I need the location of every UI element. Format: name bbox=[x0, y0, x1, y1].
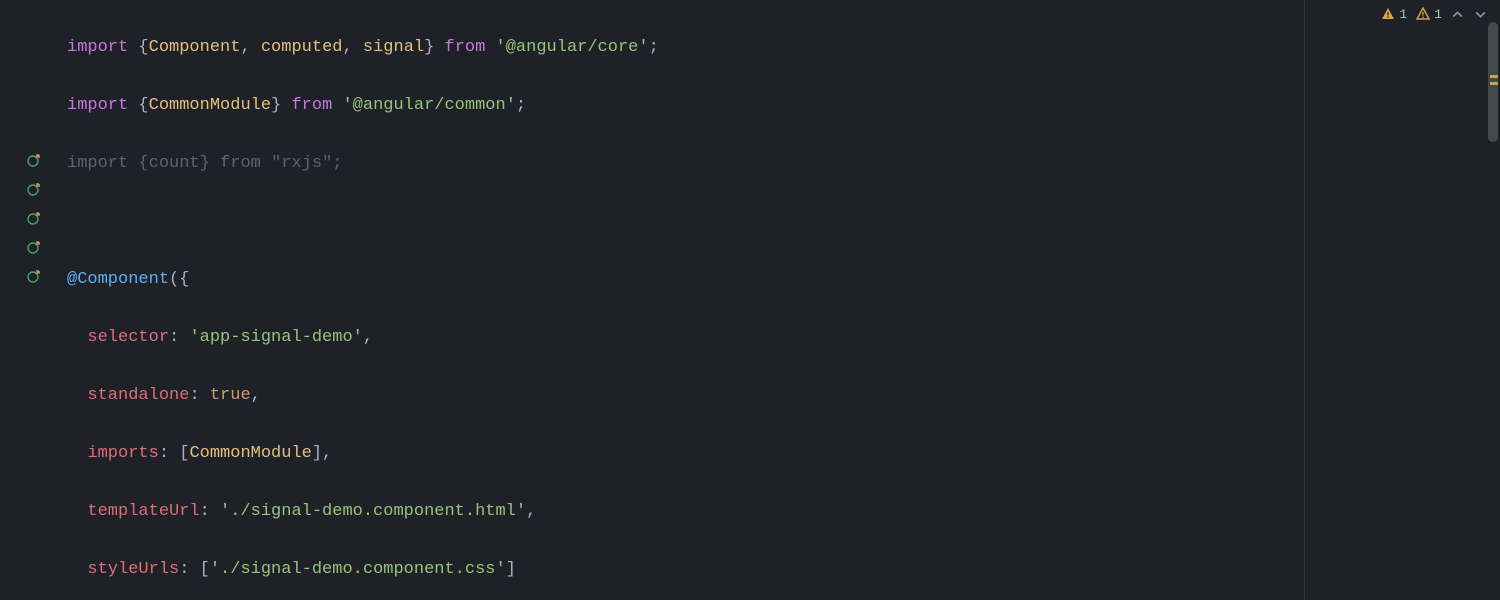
override-gutter-icon[interactable] bbox=[26, 239, 44, 257]
code-line[interactable]: standalone: true, bbox=[67, 381, 1304, 410]
code-content[interactable]: import {Component, computed, signal} fro… bbox=[67, 4, 1304, 600]
code-editor[interactable]: import {Component, computed, signal} fro… bbox=[0, 0, 1304, 600]
next-highlight-button[interactable] bbox=[1473, 8, 1488, 21]
weak-warning-count: 1 bbox=[1434, 7, 1442, 22]
warning-indicator[interactable]: 1 bbox=[1380, 6, 1407, 22]
warning-icon bbox=[1380, 6, 1396, 22]
error-stripe-marker[interactable] bbox=[1490, 75, 1498, 78]
chevron-down-icon bbox=[1474, 8, 1487, 21]
warning-count: 1 bbox=[1399, 7, 1407, 22]
override-gutter-icon[interactable] bbox=[26, 181, 44, 199]
override-gutter-icon[interactable] bbox=[26, 268, 44, 286]
code-line[interactable]: import {Component, computed, signal} fro… bbox=[67, 33, 1304, 62]
code-line[interactable] bbox=[67, 207, 1304, 236]
chevron-up-icon bbox=[1451, 8, 1464, 21]
prev-highlight-button[interactable] bbox=[1450, 8, 1465, 21]
scrollbar-track[interactable] bbox=[1488, 22, 1498, 592]
code-line[interactable]: templateUrl: './signal-demo.component.ht… bbox=[67, 497, 1304, 526]
override-gutter-icon[interactable] bbox=[26, 210, 44, 228]
code-line[interactable]: @Component({ bbox=[67, 265, 1304, 294]
code-line[interactable]: import {CommonModule} from '@angular/com… bbox=[67, 91, 1304, 120]
code-line[interactable]: styleUrls: ['./signal-demo.component.css… bbox=[67, 555, 1304, 584]
code-line[interactable]: import {count} from "rxjs"; bbox=[67, 149, 1304, 178]
code-line[interactable]: selector: 'app-signal-demo', bbox=[67, 323, 1304, 352]
override-gutter-icon[interactable] bbox=[26, 152, 44, 170]
code-line[interactable]: imports: [CommonModule], bbox=[67, 439, 1304, 468]
error-stripe-marker[interactable] bbox=[1490, 82, 1498, 85]
gutter bbox=[0, 0, 48, 600]
weak-warning-icon bbox=[1415, 6, 1431, 22]
weak-warning-indicator[interactable]: 1 bbox=[1415, 6, 1442, 22]
inspections-widget[interactable]: 1 1 bbox=[1380, 6, 1488, 22]
editor-right-border bbox=[1304, 0, 1305, 600]
